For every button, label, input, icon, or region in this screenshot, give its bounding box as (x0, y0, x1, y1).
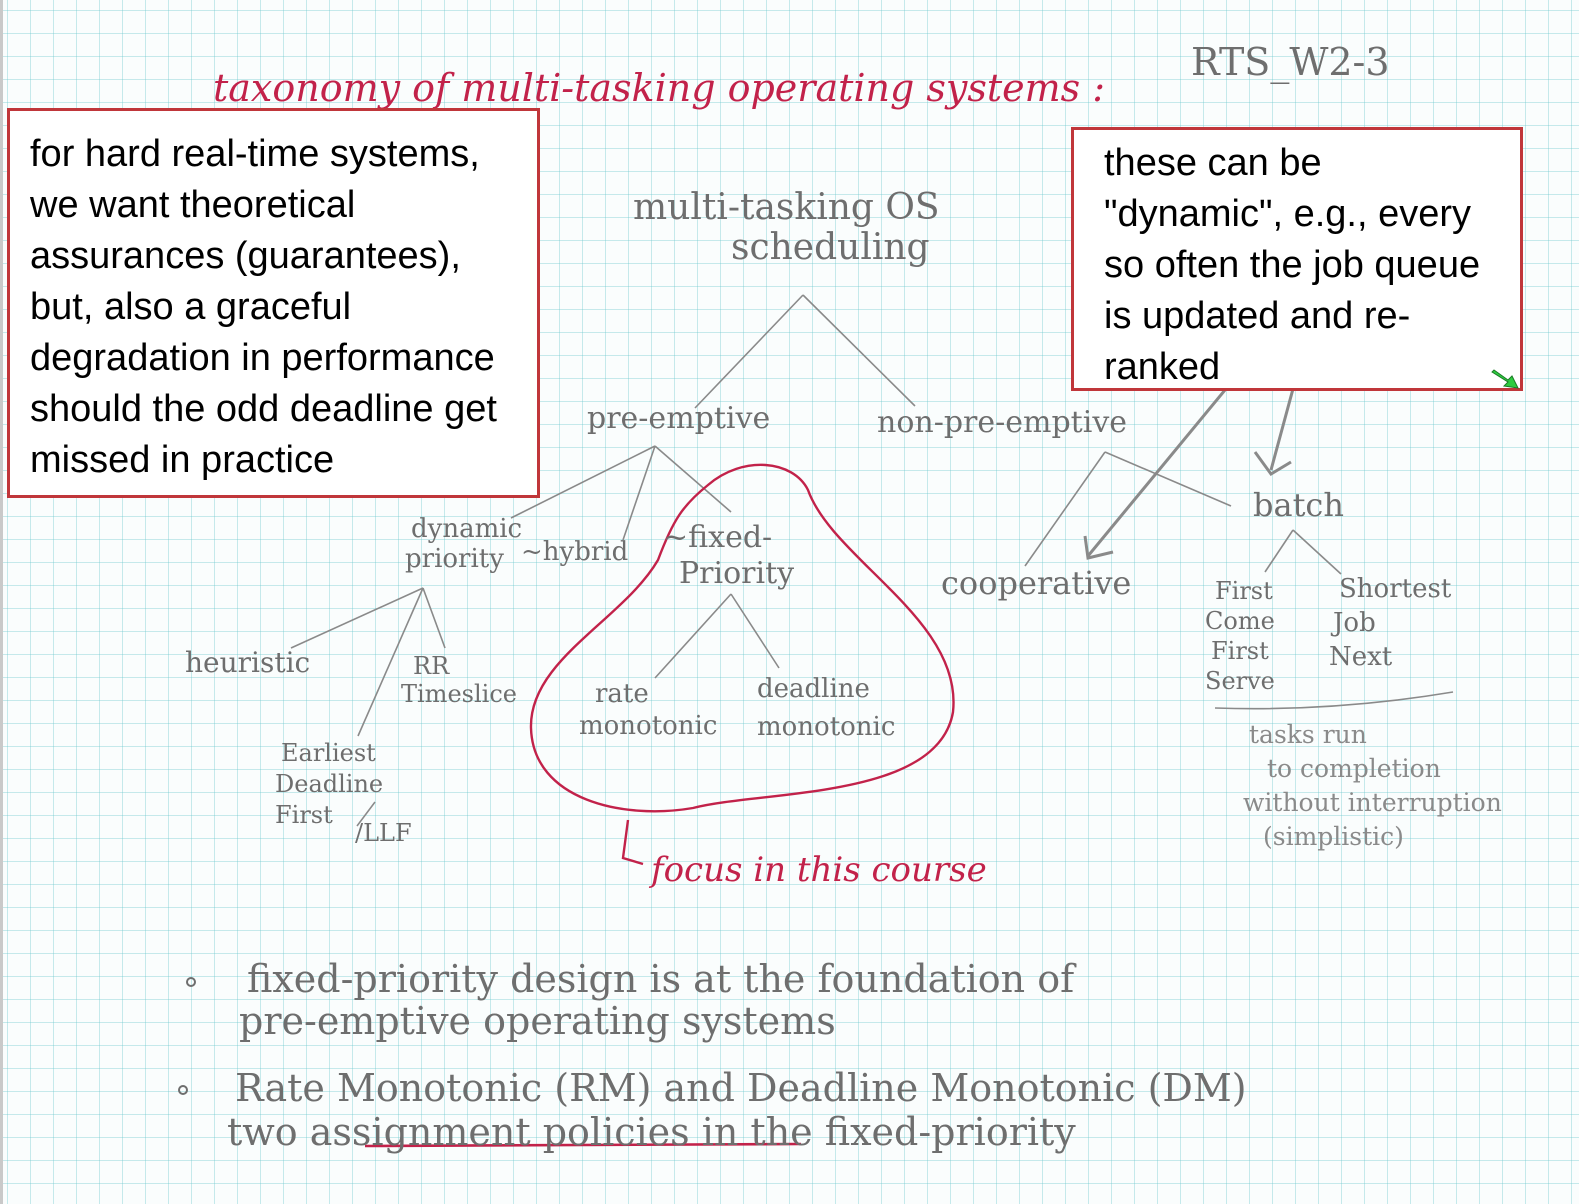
batch-note-line-3: without interruption (1243, 788, 1502, 817)
bullet-2-line-1: Rate Monotonic (RM) and Deadline Monoton… (235, 1066, 1247, 1110)
node-deadline-line-1: deadline (757, 674, 870, 704)
node-sjn-line-1: Shortest (1339, 574, 1452, 604)
note-right[interactable]: these can be "dynamic", e.g., every so o… (1071, 127, 1523, 391)
bullet-2-line-2: two assignment policies in the fixed-pri… (227, 1110, 1076, 1154)
node-rr-timeslice: RR Timeslice (401, 652, 517, 708)
node-dynamic-line-2: priority (405, 544, 504, 574)
node-rr-line-2: Timeslice (401, 680, 517, 708)
node-edf-line-1: Earliest (281, 739, 376, 767)
node-fixed-priority: ~fixed- Priority (663, 520, 794, 592)
node-fcfs-line-2: Come (1205, 607, 1275, 635)
node-dynamic-line-1: dynamic (411, 514, 523, 544)
node-sjn: Shortest Job Next (1329, 572, 1452, 674)
bullet-1-line-2: pre-emptive operating systems (239, 999, 836, 1043)
node-rate-line-1: rate (595, 679, 649, 709)
note-left[interactable]: for hard real-time systems, we want theo… (7, 108, 540, 498)
node-dynamic-priority: dynamic priority (405, 514, 522, 574)
node-root: multi-tasking OS scheduling (633, 188, 940, 267)
node-heuristic: heuristic (185, 646, 311, 679)
node-deadline-line-2: monotonic (757, 712, 896, 742)
node-batch: batch (1253, 486, 1344, 524)
node-edf-line-2: Deadline (275, 770, 384, 798)
node-edf: Earliest Deadline First (275, 738, 383, 831)
focus-label: focus in this course (651, 850, 987, 890)
node-sjn-line-2: Job (1333, 608, 1376, 638)
page-code: RTS_W2-3 (1191, 40, 1390, 84)
node-fixed-line-2: Priority (679, 556, 795, 591)
bullet-1: fixed-priority design is at the foundati… (239, 958, 1074, 1042)
batch-note-line-1: tasks run (1249, 720, 1367, 749)
node-rr-line-1: RR (413, 652, 450, 680)
node-preemptive: pre-emptive (587, 401, 771, 436)
note-left-text: for hard real-time systems, we want theo… (30, 133, 497, 481)
bullet-2: Rate Monotonic (RM) and Deadline Monoton… (227, 1066, 1247, 1154)
bullet-1-line-1: fixed-priority design is at the foundati… (247, 957, 1075, 1001)
node-fcfs-line-4: Serve (1205, 667, 1275, 695)
batch-note-line-2: to completion (1267, 754, 1441, 783)
notebook-page: taxonomy of multi-tasking operating syst… (0, 0, 1579, 1204)
node-fcfs: First Come First Serve (1205, 576, 1275, 696)
node-sjn-line-3: Next (1329, 642, 1393, 672)
node-hybrid: ~hybrid (521, 537, 629, 567)
node-fcfs-line-3: First (1211, 637, 1269, 665)
page-title: taxonomy of multi-tasking operating syst… (213, 66, 1106, 110)
node-cooperative: cooperative (941, 564, 1132, 602)
note-right-text: these can be "dynamic", e.g., every so o… (1104, 142, 1481, 388)
node-root-line-2: scheduling (730, 226, 930, 268)
node-llf: /LLF (355, 819, 412, 847)
node-fixed-line-1: ~fixed- (663, 520, 773, 555)
node-rate-monotonic: rate monotonic (579, 678, 717, 742)
node-root-line-1: multi-tasking OS (633, 187, 940, 228)
node-deadline-monotonic: deadline monotonic (757, 670, 895, 746)
node-fcfs-line-1: First (1215, 577, 1273, 605)
batch-note-line-4: (simplistic) (1263, 822, 1404, 851)
pin-arrow-icon[interactable] (1490, 368, 1520, 390)
node-rate-line-2: monotonic (579, 711, 718, 741)
node-non-preemptive: non-pre-emptive (877, 405, 1128, 440)
batch-note: tasks run to completion without interrup… (1243, 718, 1502, 854)
